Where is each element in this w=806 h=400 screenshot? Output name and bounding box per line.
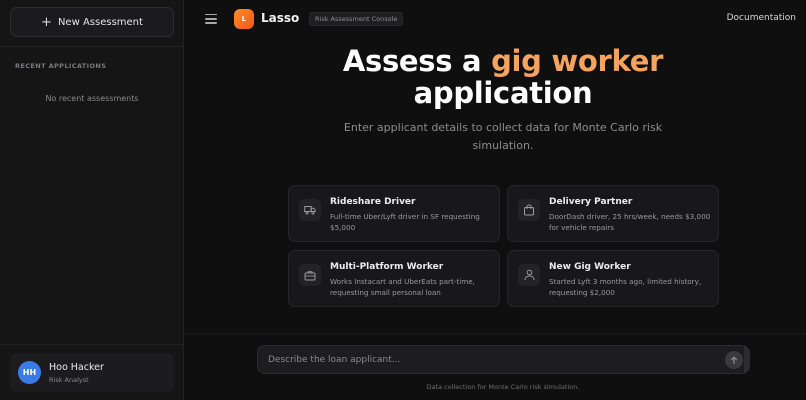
composer xyxy=(257,345,750,374)
truck-icon xyxy=(299,199,321,221)
hero-title-pre: Assess a xyxy=(342,44,492,78)
user-name: Hoo Hacker xyxy=(49,361,104,373)
card-description: Works Instacart and UberEats part-time, … xyxy=(330,277,475,297)
console-badge: Risk Assessment Console xyxy=(309,12,404,26)
menu-icon[interactable] xyxy=(205,14,217,24)
documentation-link[interactable]: Documentation xyxy=(727,13,796,23)
hero-title-line1: Assess a gig worker xyxy=(184,44,806,78)
card-title: Delivery Partner xyxy=(549,197,633,207)
card-description: Started Lyft 3 months ago, limited histo… xyxy=(549,277,702,297)
card-title: Rideshare Driver xyxy=(330,197,416,207)
sidebar: + New Assessment RECENT APPLICATIONS No … xyxy=(0,0,184,400)
logo-icon: L xyxy=(234,9,254,29)
footer-note: Data collection for Monte Carlo risk sim… xyxy=(426,383,580,391)
card-description: Full-time Uber/Lyft driver in SF request… xyxy=(330,212,480,232)
card-title: New Gig Worker xyxy=(549,262,631,272)
hero-subtitle: Enter applicant details to collect data … xyxy=(343,121,663,152)
hero-title-line2: application xyxy=(413,76,593,110)
card-description: DoorDash driver, 25 hrs/week, needs $3,0… xyxy=(549,212,711,232)
composer-divider xyxy=(184,333,806,334)
plus-icon: + xyxy=(41,14,52,30)
example-card-delivery[interactable]: Delivery Partner DoorDash driver, 25 hrs… xyxy=(507,185,719,242)
sidebar-bottom-divider xyxy=(0,344,184,345)
arrow-up-icon xyxy=(730,355,738,364)
applicant-description-input[interactable] xyxy=(268,350,708,370)
hero-title-accent: gig worker xyxy=(491,44,664,78)
bag-icon xyxy=(518,199,540,221)
user-profile-card[interactable]: HH Hoo Hacker Risk Analyst xyxy=(10,353,174,392)
user-icon xyxy=(518,264,540,286)
example-card-new-gig-worker[interactable]: New Gig Worker Started Lyft 3 months ago… xyxy=(507,250,719,307)
composer-scrollbar[interactable] xyxy=(744,346,749,373)
user-role: Risk Analyst xyxy=(49,375,89,384)
empty-recent-text: No recent assessments xyxy=(45,94,139,103)
avatar: HH xyxy=(18,361,41,384)
brand-name: Lasso xyxy=(261,11,300,25)
briefcase-icon xyxy=(299,264,321,286)
sidebar-divider xyxy=(0,46,184,47)
recent-applications-heading: RECENT APPLICATIONS xyxy=(15,62,107,70)
new-assessment-label: New Assessment xyxy=(57,16,143,28)
example-card-rideshare[interactable]: Rideshare Driver Full-time Uber/Lyft dri… xyxy=(288,185,500,242)
new-assessment-button[interactable]: + New Assessment xyxy=(10,7,174,37)
card-title: Multi-Platform Worker xyxy=(330,262,444,272)
example-card-multi-platform[interactable]: Multi-Platform Worker Works Instacart an… xyxy=(288,250,500,307)
send-button[interactable] xyxy=(725,351,743,369)
